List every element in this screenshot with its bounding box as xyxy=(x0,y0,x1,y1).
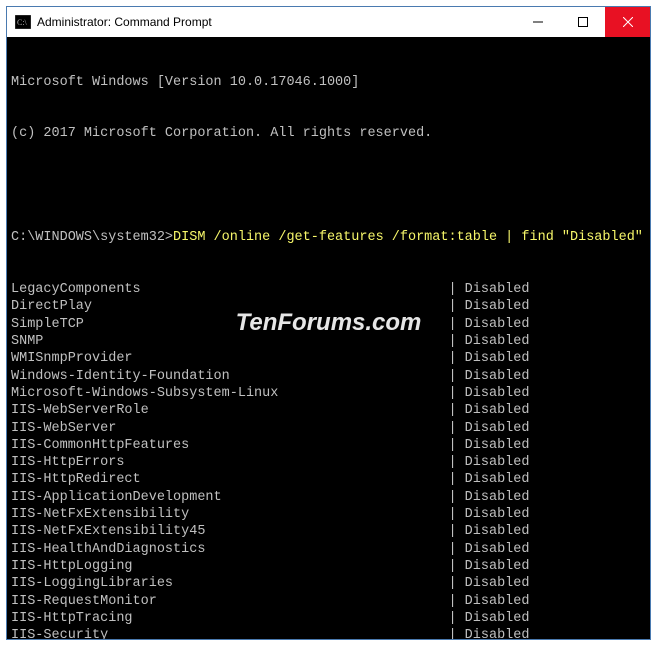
table-row: IIS-Security | Disabled xyxy=(11,627,646,639)
table-row: IIS-HttpTracing | Disabled xyxy=(11,610,646,627)
table-row: IIS-WebServerRole | Disabled xyxy=(11,402,646,419)
console-output[interactable]: Microsoft Windows [Version 10.0.17046.10… xyxy=(7,37,650,639)
table-row: SimpleTCP | Disabled xyxy=(11,316,646,333)
cmd-icon: C:\ xyxy=(15,15,31,29)
table-row: IIS-HttpErrors | Disabled xyxy=(11,454,646,471)
titlebar[interactable]: C:\ Administrator: Command Prompt xyxy=(7,7,650,37)
table-row: DirectPlay | Disabled xyxy=(11,298,646,315)
table-row: Windows-Identity-Foundation | Disabled xyxy=(11,368,646,385)
command-text: DISM /online /get-features /format:table… xyxy=(173,230,643,245)
table-row: IIS-HttpLogging | Disabled xyxy=(11,558,646,575)
close-button[interactable] xyxy=(605,7,650,37)
table-row: WMISnmpProvider | Disabled xyxy=(11,350,646,367)
table-row: IIS-NetFxExtensibility | Disabled xyxy=(11,506,646,523)
minimize-button[interactable] xyxy=(515,7,560,37)
table-row: IIS-CommonHttpFeatures | Disabled xyxy=(11,437,646,454)
prompt-path: C:\WINDOWS\system32> xyxy=(11,230,173,245)
window-title: Administrator: Command Prompt xyxy=(37,15,515,29)
header-line-2: (c) 2017 Microsoft Corporation. All righ… xyxy=(11,125,646,142)
prompt-line: C:\WINDOWS\system32>DISM /online /get-fe… xyxy=(11,229,646,246)
table-row: IIS-HealthAndDiagnostics | Disabled xyxy=(11,541,646,558)
table-row: IIS-RequestMonitor | Disabled xyxy=(11,593,646,610)
maximize-button[interactable] xyxy=(560,7,605,37)
header-line-1: Microsoft Windows [Version 10.0.17046.10… xyxy=(11,74,646,91)
table-row: IIS-WebServer | Disabled xyxy=(11,420,646,437)
window-controls xyxy=(515,7,650,37)
blank-line xyxy=(11,177,646,194)
table-row: IIS-LoggingLibraries | Disabled xyxy=(11,575,646,592)
feature-table: LegacyComponents | DisabledDirectPlay | … xyxy=(11,281,646,639)
command-prompt-window: C:\ Administrator: Command Prompt Micros… xyxy=(6,6,651,640)
table-row: Microsoft-Windows-Subsystem-Linux | Disa… xyxy=(11,385,646,402)
svg-text:C:\: C:\ xyxy=(17,18,28,27)
table-row: IIS-NetFxExtensibility45 | Disabled xyxy=(11,523,646,540)
table-row: SNMP | Disabled xyxy=(11,333,646,350)
table-row: IIS-ApplicationDevelopment | Disabled xyxy=(11,489,646,506)
table-row: IIS-HttpRedirect | Disabled xyxy=(11,471,646,488)
table-row: LegacyComponents | Disabled xyxy=(11,281,646,298)
